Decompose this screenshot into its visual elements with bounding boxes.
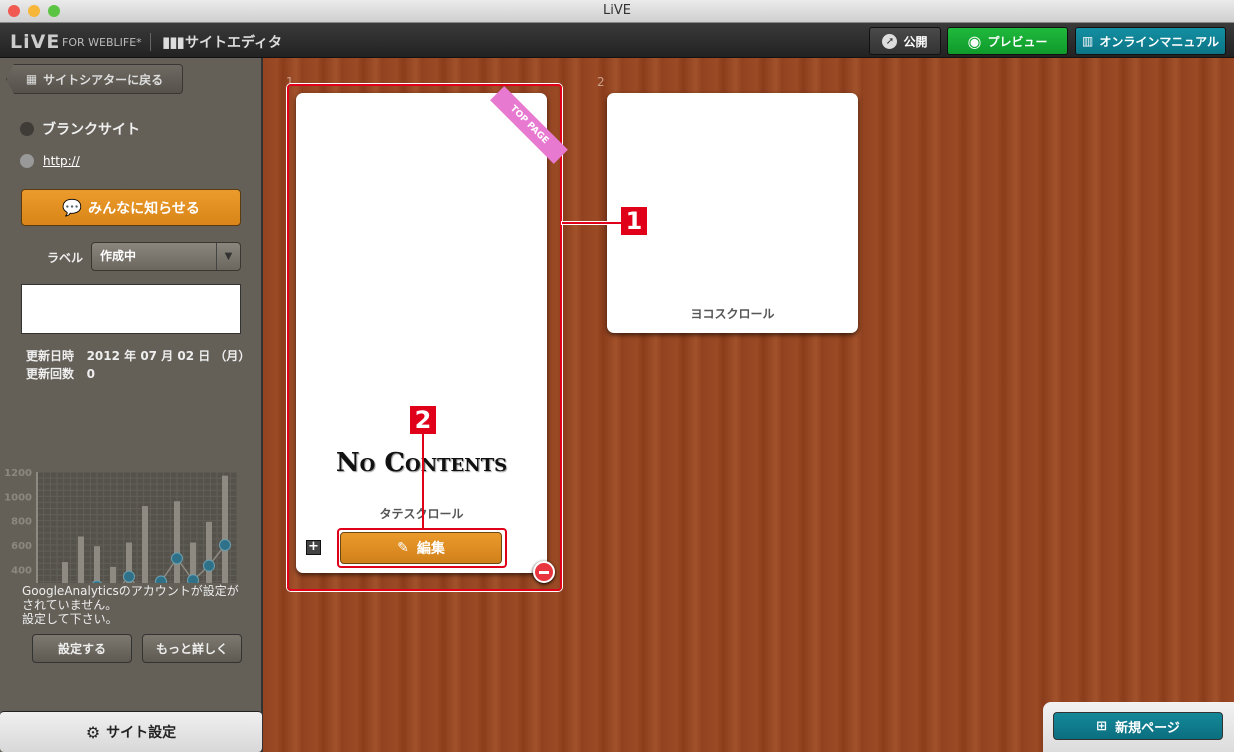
minimize-window-button[interactable] — [28, 5, 40, 17]
eye-icon: ◉ — [967, 31, 982, 51]
memo-textarea[interactable] — [21, 284, 241, 334]
preview-label: プレビュー — [987, 34, 1048, 49]
delete-page-button[interactable] — [533, 561, 555, 583]
minus-icon — [539, 571, 549, 574]
bar — [94, 546, 100, 583]
callout-2: 2 — [410, 406, 436, 434]
callout-1: 1 — [621, 207, 647, 235]
data-point — [203, 559, 215, 572]
bar — [62, 562, 68, 583]
window-title: LiVE — [603, 3, 631, 18]
new-page-panel: ⊞ 新規ページ — [1043, 702, 1234, 752]
editor-icon: ▮▮▮ — [162, 33, 185, 51]
analytics-chart: 020040060080010001200234567891011121 — [4, 468, 238, 583]
callout-line — [422, 433, 424, 528]
chevron-down-icon: ▼ — [216, 243, 240, 270]
toolbar: LiVE FOR WEBLIFE* ▮▮▮ サイトエディタ ➚ 公開 ◉ プレビュー… — [0, 23, 1234, 58]
updated-label: 更新日時 — [26, 349, 75, 363]
announce-button[interactable]: 💬 みんなに知らせる — [21, 189, 241, 226]
setup-button[interactable]: 設定する — [32, 634, 132, 663]
label-select[interactable]: 作成中 ▼ — [91, 242, 241, 271]
publish-label: 公開 — [903, 34, 928, 49]
publish-button[interactable]: ➚ 公開 — [869, 27, 941, 55]
manual-label: オンラインマニュアル — [1099, 34, 1219, 49]
bar — [110, 566, 116, 583]
page-number: 2 — [597, 75, 605, 89]
site-url-row: http:// — [20, 154, 80, 168]
back-label: サイトシアターに戻る — [43, 72, 164, 87]
announce-label: みんなに知らせる — [88, 200, 200, 217]
edit-button-highlight — [337, 528, 507, 568]
book-icon: ▥ — [1082, 34, 1094, 48]
site-name: ブランクサイト — [42, 122, 140, 138]
duplicate-page-icon[interactable]: + — [306, 540, 321, 555]
more-details-button[interactable]: もっと詳しく — [142, 634, 242, 663]
close-window-button[interactable] — [8, 5, 20, 17]
speech-bubble-icon: 💬 — [62, 198, 83, 217]
update-count-value: 0 — [86, 367, 95, 381]
update-info: 更新日時 2012 年 07 月 02 日 （月） 更新回数 0 — [26, 347, 250, 383]
bar — [206, 521, 212, 583]
data-point — [155, 575, 167, 583]
site-name-row: ブランクサイト — [20, 119, 140, 139]
update-count-label: 更新回数 — [26, 367, 75, 381]
gear-icon: ⚙ — [85, 722, 101, 742]
logo: LiVE — [10, 31, 61, 53]
publish-icon: ➚ — [882, 33, 898, 49]
new-page-label: 新規ページ — [1115, 720, 1180, 736]
zoom-window-button[interactable] — [48, 5, 60, 17]
url-globe-icon — [20, 154, 34, 168]
new-page-button[interactable]: ⊞ 新規ページ — [1053, 712, 1223, 740]
preview-button[interactable]: ◉ プレビュー — [947, 27, 1068, 55]
updated-value: 2012 年 07 月 02 日 （月） — [86, 349, 251, 363]
data-point — [123, 570, 135, 583]
bar — [222, 475, 228, 583]
title-bar: LiVE — [0, 0, 1234, 23]
y-tick-label: 1200 — [4, 468, 32, 479]
y-tick-label: 1000 — [4, 492, 32, 503]
bar — [142, 506, 148, 583]
callout-line — [562, 222, 621, 224]
ga-message-line: GoogleAnalyticsのアカウントが設定が — [22, 584, 239, 598]
online-manual-button[interactable]: ▥ オンラインマニュアル — [1075, 27, 1226, 55]
label-caption: ラベル — [47, 251, 84, 265]
page-name: ヨコスクロール — [690, 307, 775, 321]
back-to-site-theater-button[interactable]: ▦ サイトシアターに戻る — [6, 64, 183, 94]
grid-icon: ▦ — [25, 72, 38, 86]
add-page-icon: ⊞ — [1096, 718, 1108, 734]
sidebar: ▦ サイトシアターに戻る ブランクサイト http:// 💬 みんなに知らせる ラベ… — [0, 58, 262, 752]
bar — [174, 501, 180, 583]
data-point — [219, 539, 231, 551]
y-tick-label: 400 — [11, 565, 32, 576]
ga-message-line: されていません。 — [22, 598, 118, 612]
globe-icon — [20, 122, 34, 136]
data-point — [187, 574, 199, 583]
bar — [78, 536, 84, 583]
site-url-link[interactable]: http:// — [43, 154, 80, 168]
y-tick-label: 800 — [11, 517, 32, 528]
label-select-value: 作成中 — [100, 249, 137, 263]
data-point — [171, 552, 183, 565]
site-settings-button[interactable]: ⚙ サイト設定 — [0, 711, 262, 752]
ga-message: GoogleAnalyticsのアカウントが設定が されていません。 設定して下… — [22, 584, 239, 626]
ga-message-line: 設定して下さい。 — [22, 612, 118, 626]
site-settings-label: サイト設定 — [106, 725, 177, 741]
logo-subtitle: FOR WEBLIFE* — [62, 36, 142, 49]
editor-title: サイトエディタ — [185, 35, 283, 51]
y-tick-label: 600 — [11, 541, 32, 552]
divider — [150, 33, 151, 51]
